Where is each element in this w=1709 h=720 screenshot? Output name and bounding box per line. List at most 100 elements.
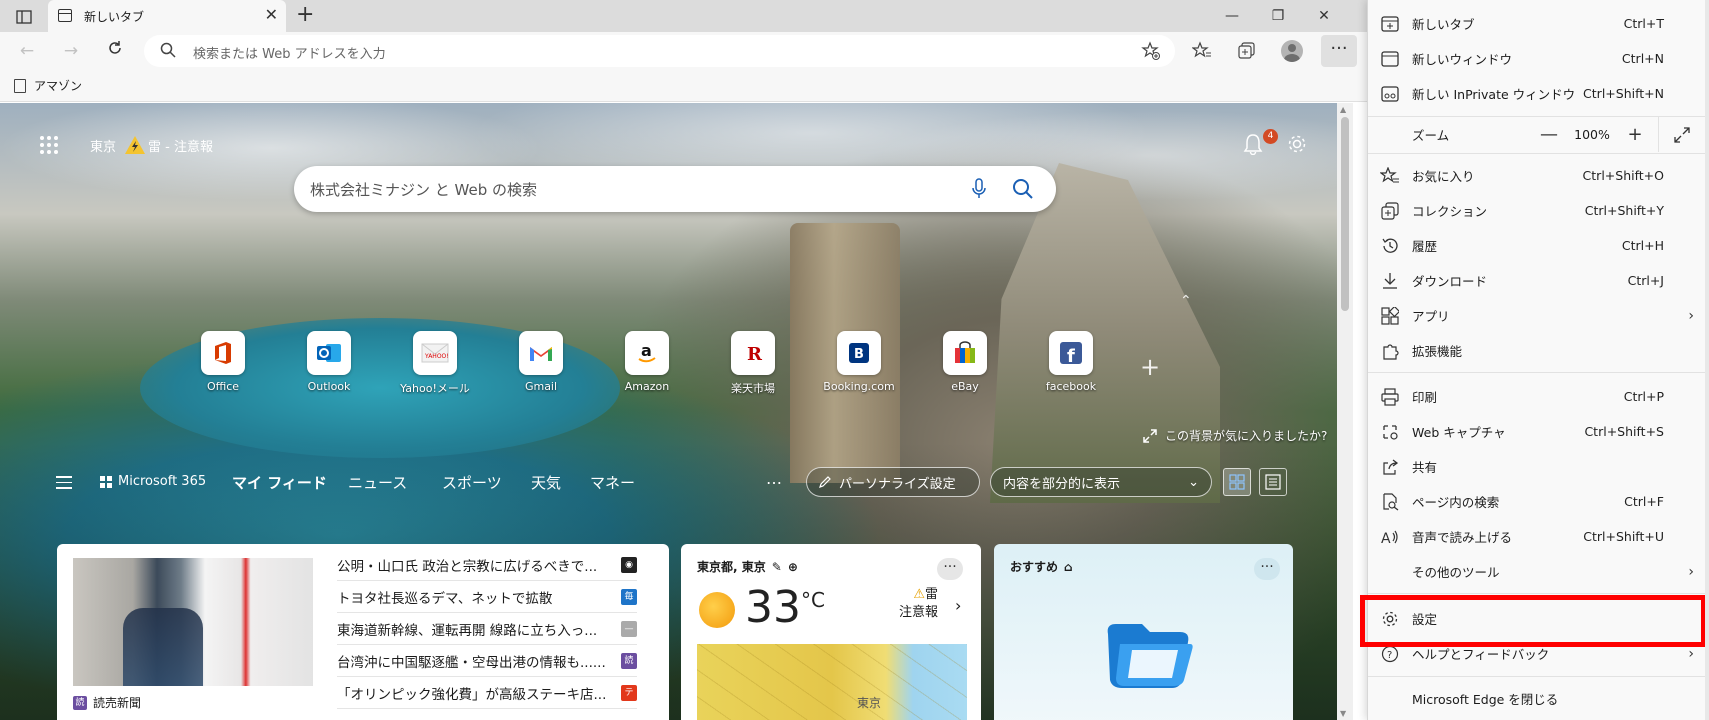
menu-item-web-capture[interactable]: Web キャプチャ Ctrl+Shift+S [1368, 414, 1709, 449]
menu-item-apps[interactable]: アプリ › [1368, 298, 1709, 333]
quick-link-booking[interactable]: B Booking.com [806, 331, 912, 396]
notifications-bell-icon[interactable] [1243, 133, 1263, 159]
quick-link-label: Yahoo!メール [400, 382, 470, 395]
zoom-out-button[interactable]: — [1526, 124, 1572, 145]
search-submit-icon[interactable] [1012, 178, 1034, 204]
menu-item-downloads[interactable]: ダウンロード Ctrl+J [1368, 263, 1709, 298]
headline-item[interactable]: 公明・山口氏 政治と宗教に広げるべきで... ◉ [337, 549, 637, 581]
tab-money[interactable]: マネー [590, 472, 635, 493]
tab-close-icon[interactable]: ✕ [265, 6, 278, 24]
weather-map[interactable]: 東京 [697, 644, 967, 720]
menu-item-collections[interactable]: コレクション Ctrl+Shift+Y [1368, 193, 1709, 228]
menu-item-new-tab[interactable]: 新しいタブ Ctrl+T [1368, 6, 1709, 41]
favorites-button[interactable] [1191, 40, 1213, 62]
headline-item[interactable]: 「オリンピック強化費」が高級ステーキ店... テ [337, 677, 637, 709]
menu-item-label: その他のツール [1412, 565, 1500, 580]
zoom-in-button[interactable]: + [1612, 124, 1658, 145]
quick-link-yahoo-mail[interactable]: YAHOO! Yahoo!メール [382, 331, 488, 396]
menu-item-shortcut: Ctrl+N [1621, 51, 1664, 66]
quick-link-office[interactable]: Office [170, 331, 276, 396]
grid-view-button[interactable] [1223, 468, 1251, 496]
content-display-value: 内容を部分的に表示 [1003, 476, 1121, 492]
refresh-button[interactable] [102, 39, 128, 63]
menu-item-read-aloud[interactable]: A 音声で読み上げる Ctrl+Shift+U [1368, 519, 1709, 554]
menu-item-extensions[interactable]: 拡張機能 [1368, 333, 1709, 368]
headline-item[interactable]: 台湾沖に中国駆逐艦・空母出港の情報も...... 読 [337, 645, 637, 677]
content-display-select[interactable]: 内容を部分的に表示 ⌄ [990, 467, 1212, 497]
menu-item-inprivate-window[interactable]: 新しい InPrivate ウィンドウ Ctrl+Shift+N [1368, 76, 1709, 111]
weather-alert[interactable]: ⚠雷 注意報 [899, 586, 938, 622]
weather-card[interactable]: 東京都, 東京 ✎ ⊕ ··· 33 °C ⚠雷 注意報 › 東京 [681, 544, 981, 720]
address-bar[interactable]: 検索または Web アドレスを入力 [144, 35, 1175, 67]
tab-my-feed[interactable]: マイ フィード [232, 472, 327, 493]
headline-item[interactable]: トヨタ社長巡るデマ、ネットで拡散 毎 [337, 581, 637, 613]
news-card[interactable]: 読 読売新聞 公明・山口氏 政治と宗教に広げるべきで... ◉ トヨタ社長巡るデマ… [57, 544, 669, 720]
tab-active[interactable]: 新しいタブ ✕ [48, 0, 286, 32]
add-favorite-icon[interactable] [1141, 41, 1161, 65]
edit-pencil-icon[interactable]: ✎ [772, 560, 782, 574]
headline-item[interactable]: 東海道新幹線、運転再開 線路に立ち入っ... — [337, 613, 637, 645]
thunder-warning-icon [124, 135, 146, 155]
apps-icon [1380, 306, 1400, 326]
favorite-item[interactable]: アマゾン [14, 77, 82, 94]
scroll-down-icon[interactable]: ▼ [1340, 709, 1346, 718]
list-view-button[interactable] [1259, 468, 1287, 496]
like-background-link[interactable]: この背景が気に入りましたか? [1143, 427, 1327, 444]
new-tab-button[interactable]: + [296, 4, 314, 26]
quick-link-amazon[interactable]: a Amazon [594, 331, 700, 396]
tab-news[interactable]: ニュース [348, 472, 407, 493]
news-photo[interactable] [73, 558, 313, 686]
lock-icon: ⌂ [1064, 559, 1073, 574]
menu-hamburger-icon[interactable] [56, 476, 72, 493]
newtab-favicon-icon [58, 9, 72, 22]
quick-link-gmail[interactable]: Gmail [488, 331, 594, 396]
settings-and-more-button[interactable]: ··· [1321, 35, 1357, 67]
weather-card-more-button[interactable]: ··· [937, 558, 963, 580]
restore-button[interactable]: ❐ [1255, 0, 1301, 32]
scrollbar-thumb[interactable] [1341, 117, 1349, 311]
menu-item-favorites[interactable]: お気に入り Ctrl+Shift+O [1368, 158, 1709, 193]
minimize-button[interactable]: — [1209, 0, 1255, 32]
page-icon [14, 78, 26, 93]
menu-item-history[interactable]: 履歴 Ctrl+H [1368, 228, 1709, 263]
microphone-icon[interactable] [972, 178, 986, 204]
web-search-box[interactable]: 株式会社ミナジン と Web の検索 [294, 166, 1056, 212]
menu-item-share[interactable]: 共有 [1368, 449, 1709, 484]
feed-more-button[interactable]: … [766, 469, 782, 488]
forward-button[interactable]: → [58, 39, 84, 63]
app-launcher-icon[interactable] [40, 136, 58, 154]
scroll-up-icon[interactable]: ▲ [1340, 105, 1346, 114]
profile-avatar[interactable] [1281, 40, 1303, 62]
close-window-button[interactable]: ✕ [1301, 0, 1347, 32]
quick-link-outlook[interactable]: Outlook [276, 331, 382, 396]
menu-item-find-on-page[interactable]: ページ内の検索 Ctrl+F [1368, 484, 1709, 519]
chevron-right-icon[interactable]: › [955, 596, 961, 615]
page-settings-gear-icon[interactable] [1286, 133, 1308, 159]
chevron-up-icon[interactable]: ⌃ [1180, 293, 1192, 309]
tab-actions-button[interactable] [8, 5, 40, 29]
chevron-down-icon: ⌄ [1188, 474, 1199, 490]
quick-link-facebook[interactable]: f facebook [1018, 331, 1124, 396]
tab-weather[interactable]: 天気 [531, 472, 561, 493]
quick-link-ebay[interactable]: eBay [912, 331, 1018, 396]
globe-icon[interactable]: ⊕ [788, 560, 798, 574]
menu-item-more-tools[interactable]: その他のツール › [1368, 554, 1709, 589]
fullscreen-button[interactable] [1658, 117, 1704, 152]
personalize-button[interactable]: パーソナライズ設定 [806, 467, 980, 497]
back-button[interactable]: ← [14, 39, 40, 63]
source-logo-icon: ◉ [621, 556, 637, 573]
weather-alert-text[interactable]: 雷 - 注意報 [148, 136, 213, 155]
weather-location[interactable]: 東京 [90, 136, 116, 155]
content-scrollbar[interactable]: ▲ ▼ [1337, 103, 1353, 720]
ms365-link[interactable]: Microsoft 365 [100, 474, 206, 489]
tab-sports[interactable]: スポーツ [442, 472, 502, 493]
menu-item-print[interactable]: 印刷 Ctrl+P [1368, 379, 1709, 414]
menu-item-close-edge[interactable]: Microsoft Edge を閉じる [1368, 681, 1709, 716]
menu-item-new-window[interactable]: 新しいウィンドウ Ctrl+N [1368, 41, 1709, 76]
collections-button[interactable] [1236, 40, 1258, 62]
quick-link-rakuten[interactable]: R 楽天市場 [700, 331, 806, 396]
recommend-more-button[interactable]: ··· [1254, 558, 1280, 580]
add-quick-link-icon[interactable]: + [1140, 353, 1160, 381]
collections-icon [1380, 201, 1400, 221]
recommend-card[interactable]: おすすめ ⌂ ··· [994, 544, 1293, 720]
